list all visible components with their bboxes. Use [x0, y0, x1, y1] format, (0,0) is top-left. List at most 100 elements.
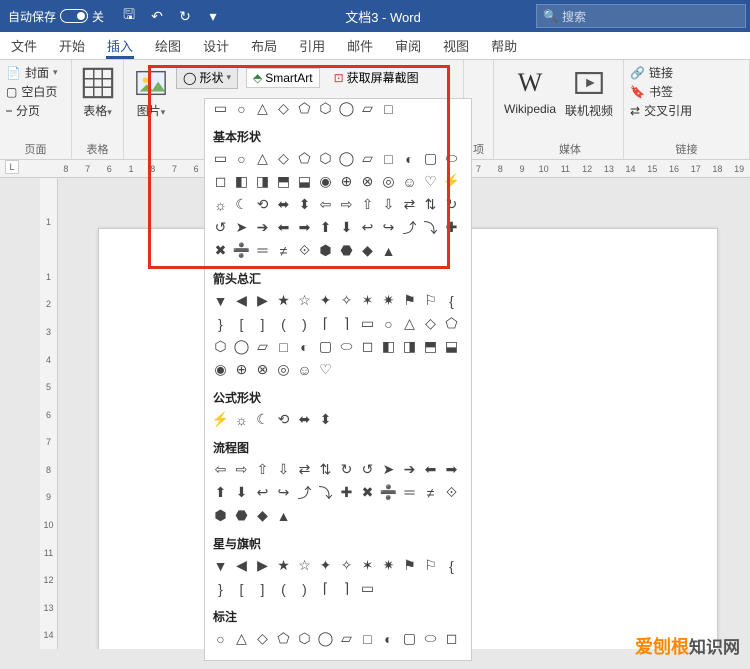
shape-item[interactable]: ↺ — [211, 218, 230, 237]
shape-item[interactable]: ☺ — [400, 172, 419, 191]
shape-item[interactable]: △ — [253, 149, 272, 168]
shape-item[interactable]: ➡ — [295, 218, 314, 237]
shape-item[interactable]: ◧ — [232, 172, 251, 191]
shape-item[interactable]: ⬠ — [295, 149, 314, 168]
undo-icon[interactable]: ↶ — [148, 7, 166, 25]
shape-item[interactable]: ✶ — [358, 556, 377, 575]
shape-item[interactable]: ⬍ — [316, 410, 335, 429]
crossref-button[interactable]: ⇄交叉引用 — [630, 102, 743, 119]
shape-item[interactable]: ☆ — [295, 291, 314, 310]
shape-item[interactable]: ◉ — [211, 360, 230, 379]
shape-item[interactable]: ⬠ — [442, 314, 461, 333]
shape-item[interactable]: ○ — [379, 314, 398, 333]
shape-item[interactable]: ⬌ — [295, 410, 314, 429]
tab-insert[interactable]: 插入 — [96, 32, 144, 59]
shape-item[interactable]: □ — [274, 337, 293, 356]
shape-item[interactable]: ▱ — [358, 99, 377, 118]
bookmark-button[interactable]: 🔖书签 — [630, 83, 743, 100]
shape-item[interactable]: ✧ — [337, 291, 356, 310]
shape-item[interactable]: ⚑ — [400, 291, 419, 310]
shape-item[interactable]: ▢ — [421, 149, 440, 168]
shape-item[interactable]: [ — [232, 314, 251, 333]
shape-item[interactable]: ↻ — [442, 195, 461, 214]
shape-item[interactable]: ○ — [211, 629, 230, 648]
tab-home[interactable]: 开始 — [48, 32, 96, 59]
shape-item[interactable]: ✦ — [316, 291, 335, 310]
shapes-button[interactable]: ◯形状▾ — [176, 66, 238, 89]
table-button[interactable]: 表格▾ — [78, 64, 117, 121]
smartart-button[interactable]: ⬘SmartArt — [246, 68, 320, 88]
redo-icon[interactable]: ↻ — [176, 7, 194, 25]
shape-item[interactable]: ⟲ — [274, 410, 293, 429]
shape-item[interactable]: ⬢ — [316, 241, 335, 260]
shape-item[interactable]: ○ — [232, 149, 251, 168]
shape-item[interactable]: ↪ — [379, 218, 398, 237]
shape-item[interactable]: ◐ — [295, 337, 314, 356]
shape-item[interactable]: ➤ — [379, 460, 398, 479]
shape-item[interactable]: ⟲ — [253, 195, 272, 214]
shape-item[interactable]: ➔ — [253, 218, 272, 237]
tab-file[interactable]: 文件 — [0, 32, 48, 59]
shape-item[interactable]: ⇦ — [316, 195, 335, 214]
shape-item[interactable]: ◯ — [232, 337, 251, 356]
shape-item[interactable]: ★ — [274, 556, 293, 575]
shape-item[interactable]: ☼ — [211, 195, 230, 214]
shape-item[interactable]: ✖ — [358, 483, 377, 502]
shape-item[interactable]: ⊕ — [337, 172, 356, 191]
shape-item[interactable]: ] — [253, 579, 272, 598]
shape-item[interactable]: ✷ — [379, 556, 398, 575]
shape-item[interactable]: ◀ — [232, 556, 251, 575]
shape-item[interactable]: ◇ — [421, 314, 440, 333]
shape-item[interactable]: ▭ — [211, 99, 230, 118]
shape-item[interactable]: ⬣ — [337, 241, 356, 260]
shape-item[interactable]: ◻ — [358, 337, 377, 356]
shape-item[interactable]: ◨ — [253, 172, 272, 191]
shape-item[interactable]: ⌉ — [337, 579, 356, 598]
shape-item[interactable]: ⇨ — [232, 460, 251, 479]
shape-item[interactable]: { — [442, 556, 461, 575]
screenshot-button[interactable]: ⊡获取屏幕截图 — [328, 67, 425, 88]
shape-item[interactable]: △ — [400, 314, 419, 333]
shape-item[interactable]: ⬇ — [232, 483, 251, 502]
shape-item[interactable]: ◇ — [253, 629, 272, 648]
shape-item[interactable]: ◯ — [337, 99, 356, 118]
tab-layout[interactable]: 布局 — [240, 32, 288, 59]
tab-review[interactable]: 审阅 — [384, 32, 432, 59]
shape-item[interactable]: ⊗ — [253, 360, 272, 379]
shape-item[interactable]: ⤵ — [421, 218, 440, 237]
shape-item[interactable]: ▢ — [400, 629, 419, 648]
shape-item[interactable]: ⇄ — [400, 195, 419, 214]
shape-item[interactable]: ↪ — [274, 483, 293, 502]
shape-item[interactable]: ▶ — [253, 556, 272, 575]
page-break-button[interactable]: ⎯分页 — [6, 102, 65, 119]
shape-item[interactable]: ⬭ — [337, 337, 356, 356]
shape-item[interactable]: ⚐ — [421, 291, 440, 310]
blank-page-button[interactable]: ▢空白页 — [6, 83, 65, 100]
shape-item[interactable]: ◇ — [274, 99, 293, 118]
shape-item[interactable]: ☆ — [295, 556, 314, 575]
shape-item[interactable]: ⬭ — [442, 149, 461, 168]
shape-item[interactable]: ▼ — [211, 291, 230, 310]
shape-item[interactable]: ↺ — [358, 460, 377, 479]
shape-item[interactable]: ⇧ — [253, 460, 272, 479]
shape-item[interactable]: ▲ — [274, 506, 293, 525]
shape-item[interactable]: [ — [232, 579, 251, 598]
shape-item[interactable]: ◇ — [274, 149, 293, 168]
shape-item[interactable]: ☾ — [253, 410, 272, 429]
shape-item[interactable]: { — [442, 291, 461, 310]
shape-item[interactable]: ○ — [232, 99, 251, 118]
shape-item[interactable]: ☺ — [295, 360, 314, 379]
shape-item[interactable]: △ — [232, 629, 251, 648]
shape-item[interactable]: ☾ — [232, 195, 251, 214]
tab-design[interactable]: 设计 — [192, 32, 240, 59]
shape-item[interactable]: ⬆ — [316, 218, 335, 237]
shape-item[interactable]: ◆ — [358, 241, 377, 260]
shape-item[interactable]: ) — [295, 314, 314, 333]
shape-item[interactable]: ⬢ — [211, 506, 230, 525]
shape-item[interactable]: ＝ — [400, 483, 419, 502]
shape-item[interactable]: □ — [379, 149, 398, 168]
shape-item[interactable]: ➗ — [232, 241, 251, 260]
shape-item[interactable]: ♡ — [421, 172, 440, 191]
shape-item[interactable]: ⬠ — [274, 629, 293, 648]
shape-item[interactable]: ≠ — [421, 483, 440, 502]
